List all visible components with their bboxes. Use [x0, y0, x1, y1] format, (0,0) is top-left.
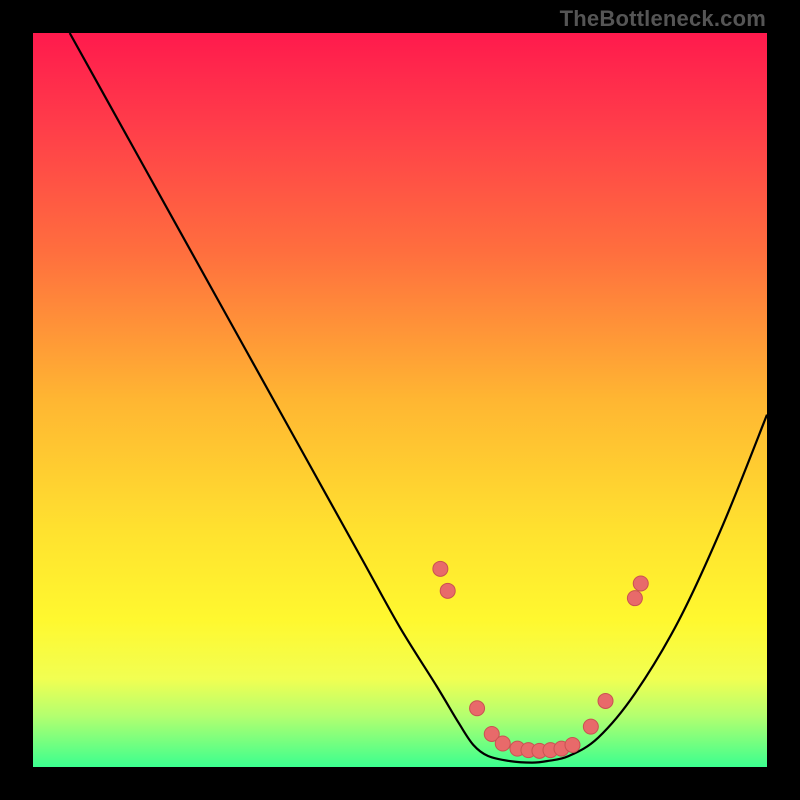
- data-dot: [627, 591, 642, 606]
- data-dot: [470, 701, 485, 716]
- chart-frame: TheBottleneck.com: [0, 0, 800, 800]
- data-dot: [495, 736, 510, 751]
- data-dot: [565, 737, 580, 752]
- watermark-text: TheBottleneck.com: [560, 6, 766, 32]
- curve-dots: [433, 561, 648, 758]
- data-dot: [433, 561, 448, 576]
- bottleneck-curve: [70, 33, 767, 763]
- data-dot: [440, 583, 455, 598]
- plot-area: [33, 33, 767, 767]
- chart-svg: [33, 33, 767, 767]
- data-dot: [583, 719, 598, 734]
- data-dot: [633, 576, 648, 591]
- data-dot: [598, 693, 613, 708]
